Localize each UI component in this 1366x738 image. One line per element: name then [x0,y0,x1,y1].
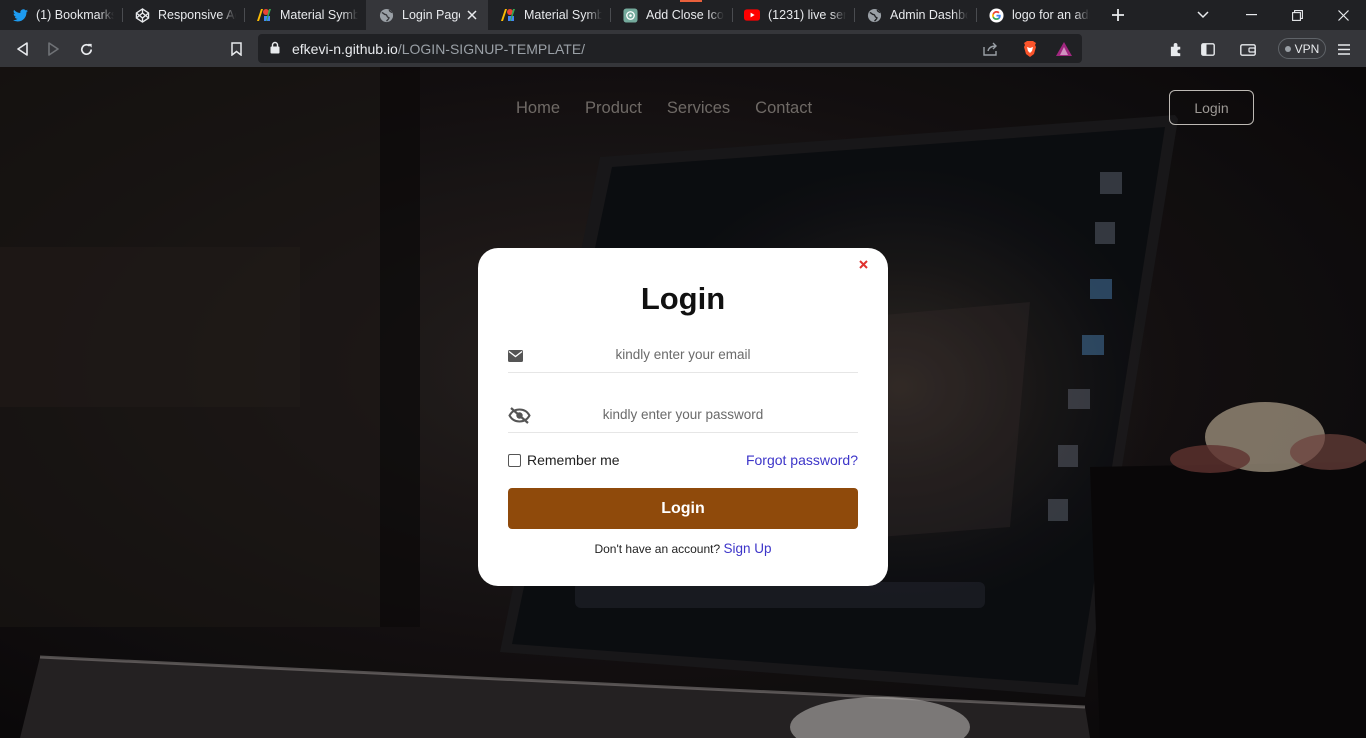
browser-toolbar: efkevi-n.github.io/LOGIN-SIGNUP-TEMPLATE… [0,30,1366,67]
sidebar-button[interactable] [1195,36,1221,62]
tab-live-server[interactable]: (1231) live serve [732,0,854,30]
tab-material-symbols-2[interactable]: Material Symbol [488,0,610,30]
vpn-button[interactable]: VPN [1278,38,1326,59]
tab-title: Material Symbol [280,8,358,22]
tab-admin-dashboard[interactable]: Admin Dashboa [854,0,976,30]
browser-tab-strip: (1) Bookmarks / Responsive Adm Material … [0,0,1366,30]
tab-material-symbols[interactable]: Material Symbol [244,0,366,30]
url-host: efkevi-n.github.io [292,41,398,57]
lock-icon [270,41,280,59]
back-arrow-icon [17,42,28,56]
forward-button[interactable] [41,36,67,62]
email-input[interactable] [508,347,858,362]
password-input[interactable] [508,407,858,422]
nav-link-services[interactable]: Services [667,99,730,118]
chevron-down-icon [1197,11,1209,19]
url-text: efkevi-n.github.io/LOGIN-SIGNUP-TEMPLATE… [292,41,585,57]
globe-icon [866,7,882,23]
minimize-icon [1245,14,1257,16]
globe-icon [378,7,394,23]
puzzle-icon [1170,42,1180,56]
plus-icon [1112,9,1124,21]
chatgpt-icon [622,7,638,23]
google-fonts-icon [500,7,516,23]
wallet-button[interactable] [1235,36,1261,62]
signup-link[interactable]: Sign Up [724,541,772,556]
email-field [508,343,858,373]
extensions-button[interactable] [1163,36,1189,62]
reload-button[interactable] [73,36,99,62]
close-window-button[interactable] [1320,0,1366,30]
restore-button[interactable] [1274,0,1320,30]
new-tab-button[interactable] [1098,0,1138,30]
remember-label: Remember me [527,452,620,468]
nav-link-product[interactable]: Product [585,99,642,118]
bookmark-icon [230,42,242,56]
minimize-button[interactable] [1228,0,1274,30]
tab-logo-search[interactable]: logo for an adm [976,0,1098,30]
share-icon[interactable] [981,39,1001,59]
tab-login-page[interactable]: Login Page [366,0,488,30]
url-path: /LOGIN-SIGNUP-TEMPLATE/ [397,41,586,57]
nav-link-home[interactable]: Home [516,99,560,118]
login-submit-button[interactable]: Login [508,488,858,529]
tab-title: (1) Bookmarks / [36,8,114,22]
bookmark-button[interactable] [223,36,249,62]
close-tab-icon[interactable] [464,7,480,23]
login-dialog: Login Remember me Forgot password? Login… [478,248,888,586]
tab-responsive-admin[interactable]: Responsive Adm [122,0,244,30]
signup-prompt: Don't have an account? Sign Up [478,541,888,556]
tab-search-button[interactable] [1188,0,1218,30]
sidebar-icon [1201,42,1215,56]
tab-title: (1231) live serve [768,8,846,22]
hamburger-menu-icon [1338,43,1350,55]
tab-title: Login Page [402,8,460,22]
vpn-label: VPN [1294,41,1320,56]
brave-rewards-icon[interactable] [1054,39,1074,59]
remember-me[interactable]: Remember me [508,452,620,468]
password-field [508,403,858,433]
address-bar[interactable]: efkevi-n.github.io/LOGIN-SIGNUP-TEMPLATE… [258,34,1082,63]
brave-shields-icon[interactable] [1020,39,1040,59]
wallet-icon [1240,43,1256,56]
codepen-icon [134,7,150,23]
tab-bookmarks[interactable]: (1) Bookmarks / [0,0,122,30]
vpn-status-dot [1284,45,1291,52]
close-icon [858,259,868,269]
close-icon [1337,9,1349,21]
remember-checkbox[interactable] [508,453,521,467]
tab-title: Add Close Icon [646,8,724,22]
close-dialog-button[interactable] [856,257,870,271]
reload-icon [80,43,92,55]
forgot-password-link[interactable]: Forgot password? [746,452,858,468]
signup-prompt-text: Don't have an account? [594,542,721,556]
tab-title: Material Symbol [524,8,602,22]
window-controls [1228,0,1366,30]
main-nav: Home Product Services Contact [516,99,812,118]
dialog-title: Login [640,281,726,316]
twitter-icon [12,7,28,23]
tab-add-close-icon[interactable]: Add Close Icon [610,0,732,30]
restore-icon [1291,9,1303,21]
tab-title: Responsive Adm [158,8,236,22]
menu-button[interactable] [1331,36,1357,62]
nav-link-contact[interactable]: Contact [755,99,812,118]
google-fonts-icon [256,7,272,23]
google-icon [988,7,1004,23]
tab-title: logo for an adm [1012,8,1090,22]
nav-login-button[interactable]: Login [1169,90,1254,125]
youtube-icon [744,7,760,23]
page-viewport: Home Product Services Contact Login Logi… [0,67,1366,738]
tab-title: Admin Dashboa [890,8,968,22]
forward-arrow-icon [48,42,59,56]
back-button[interactable] [9,36,35,62]
